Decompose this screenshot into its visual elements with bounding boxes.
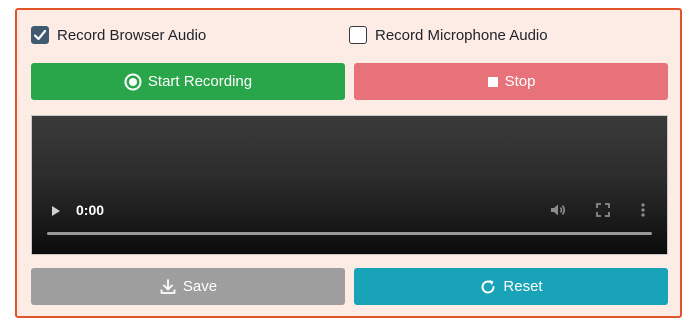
progress-track[interactable] <box>47 232 652 235</box>
reset-button[interactable]: Reset <box>354 268 668 305</box>
stop-label: Stop <box>504 73 536 90</box>
stop-button[interactable]: Stop <box>354 63 668 100</box>
save-button[interactable]: Save <box>31 268 345 305</box>
save-label: Save <box>182 278 218 295</box>
stop-square-icon <box>487 76 499 88</box>
current-time: 0:00 <box>76 202 105 218</box>
reset-icon <box>479 278 497 296</box>
more-vertical-icon[interactable] <box>640 202 646 223</box>
reset-label: Reset <box>503 278 543 295</box>
browser-audio-label: Record Browser Audio <box>57 26 207 44</box>
record-icon <box>124 73 142 91</box>
volume-icon[interactable] <box>549 201 567 224</box>
play-icon[interactable] <box>50 204 62 223</box>
audio-player[interactable]: 0:00 <box>31 115 668 255</box>
fullscreen-icon[interactable] <box>595 202 611 223</box>
browser-audio-checkbox[interactable] <box>31 26 49 44</box>
microphone-audio-option[interactable]: Record Microphone Audio <box>349 26 548 44</box>
start-recording-button[interactable]: Start Recording <box>31 63 345 100</box>
browser-audio-option[interactable]: Record Browser Audio <box>31 26 206 44</box>
download-icon <box>159 278 177 296</box>
start-recording-label: Start Recording <box>147 73 253 90</box>
check-icon <box>33 29 47 41</box>
recorder-panel: Record Browser Audio Record Microphone A… <box>15 8 682 318</box>
microphone-audio-label: Record Microphone Audio <box>375 26 548 44</box>
microphone-audio-checkbox[interactable] <box>349 26 367 44</box>
